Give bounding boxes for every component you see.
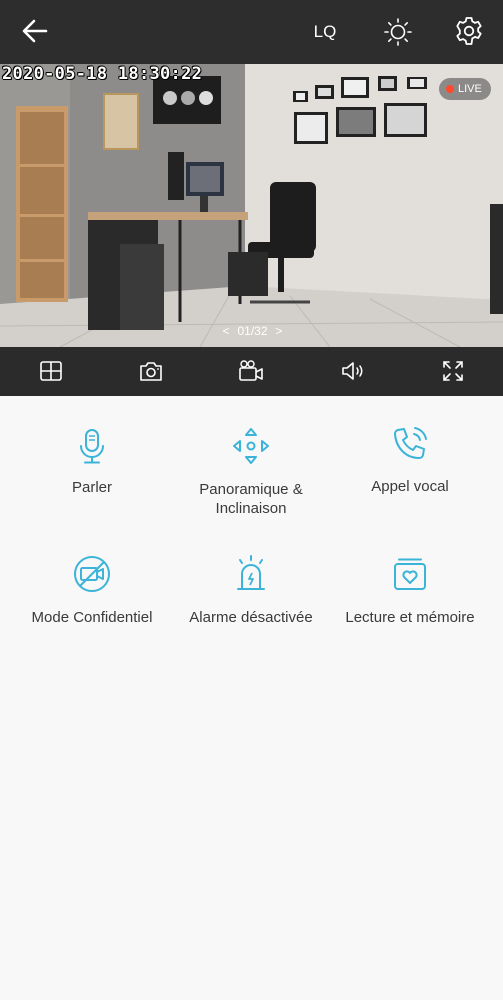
talk-button[interactable]: Parler — [8, 426, 176, 497]
split-view-icon[interactable] — [38, 358, 64, 384]
live-video-feed[interactable]: 2020-05-18 18:30:22 LIVE < 01/32 > — [0, 64, 503, 347]
next-camera-button[interactable]: > — [271, 322, 287, 340]
camera-scene-image — [0, 64, 503, 347]
speaker-volume-icon[interactable] — [340, 358, 366, 384]
live-indicator-dot — [446, 85, 454, 93]
video-timestamp: 2020-05-18 18:30:22 — [2, 64, 203, 84]
pan-tilt-arrows-icon — [233, 428, 269, 464]
back-arrow-icon[interactable] — [18, 14, 52, 48]
prev-camera-button[interactable]: < — [218, 322, 234, 340]
live-label: LIVE — [458, 83, 482, 95]
camera-off-icon — [74, 556, 110, 592]
fullscreen-icon[interactable] — [440, 358, 466, 384]
quality-toggle-button[interactable]: LQ — [304, 20, 346, 44]
live-badge: LIVE — [439, 78, 491, 100]
pan-tilt-button[interactable]: Panoramique & Inclinaison — [167, 426, 335, 518]
camera-snapshot-icon[interactable] — [138, 358, 164, 384]
microphone-icon — [80, 429, 104, 464]
voice-call-label: Appel vocal — [371, 478, 449, 495]
siren-alarm-icon — [237, 555, 265, 590]
alarm-label: Alarme désactivée — [189, 609, 313, 626]
camera-page-indicator: 01/32 — [237, 324, 268, 338]
alarm-button[interactable]: Alarme désactivée — [167, 554, 335, 627]
phone-call-icon — [394, 427, 427, 459]
playback-memory-label: Lecture et mémoire — [345, 609, 475, 626]
voice-call-button[interactable]: Appel vocal — [326, 424, 494, 496]
pan-tilt-label: Panoramique & Inclinaison — [199, 481, 303, 517]
playback-heart-icon — [394, 558, 426, 590]
privacy-mode-button[interactable]: Mode Confidentiel — [8, 554, 176, 627]
privacy-mode-label: Mode Confidentiel — [31, 609, 153, 626]
talk-label: Parler — [71, 479, 112, 496]
top-bar: LQ — [0, 0, 503, 64]
video-record-icon[interactable] — [238, 358, 264, 384]
playback-memory-button[interactable]: Lecture et mémoire — [326, 554, 494, 627]
brightness-icon[interactable] — [382, 16, 414, 48]
video-control-bar — [0, 347, 503, 396]
gear-icon[interactable] — [453, 15, 485, 47]
camera-pager: < 01/32 > — [205, 322, 300, 340]
